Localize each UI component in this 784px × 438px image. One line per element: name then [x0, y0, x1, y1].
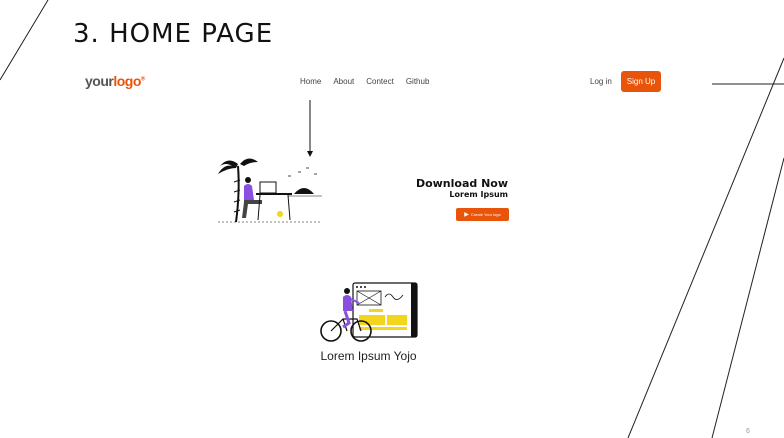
login-link[interactable]: Log in	[590, 77, 612, 86]
download-title: Download Now	[415, 177, 508, 190]
nav-item-about[interactable]: About	[333, 77, 354, 86]
signup-button[interactable]: Sign Up	[621, 71, 661, 92]
logo-mark: ®	[140, 76, 145, 83]
play-icon: ▶	[464, 212, 469, 218]
main-nav: Home About Contect Github	[300, 77, 429, 86]
hero-illustration	[218, 158, 322, 223]
create-logo-button[interactable]: ▶ Create Your logo	[456, 208, 509, 221]
logo-text-part1: your	[85, 73, 114, 89]
homepage-mockup: yourlogo® Home About Contect Github Log …	[78, 64, 678, 374]
nav-item-home[interactable]: Home	[300, 77, 321, 86]
download-block: Download Now Lorem Ipsum	[410, 177, 508, 199]
feature-caption: Lorem Ipsum Yojo	[320, 349, 417, 363]
download-subtitle: Lorem Ipsum	[449, 190, 508, 199]
nav-item-github[interactable]: Github	[406, 77, 430, 86]
page-number: 6	[746, 428, 750, 435]
cyclist-illustration	[320, 282, 418, 342]
nav-item-contect[interactable]: Contect	[366, 77, 394, 86]
brand-logo[interactable]: yourlogo®	[85, 73, 145, 89]
logo-text-part2: logo	[113, 73, 141, 89]
slide-title: 3. HOME PAGE	[73, 19, 274, 49]
create-logo-label: Create Your logo	[470, 212, 501, 217]
